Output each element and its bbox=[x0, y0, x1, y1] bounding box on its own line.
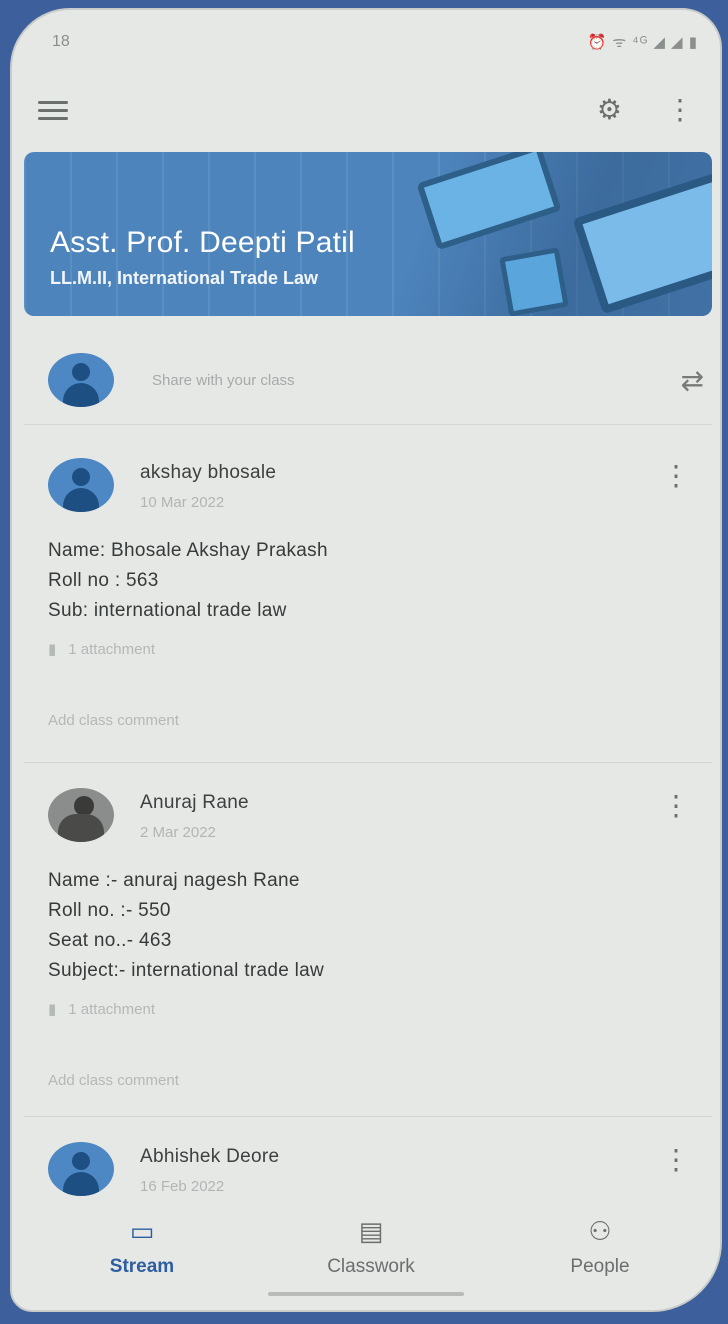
menu-icon[interactable] bbox=[38, 100, 68, 120]
avatar[interactable] bbox=[48, 1142, 114, 1196]
post-author: Abhishek Deore bbox=[140, 1146, 280, 1167]
post-author: akshay bhosale bbox=[140, 462, 277, 483]
phone-screen: 18 ⏰ ᯤ ⁴ᴳ ◢ ◢ ▮ ⚙ ⋮ Asst. Prof. Deepti P… bbox=[10, 8, 722, 1312]
more-vert-icon[interactable]: ⋮ bbox=[662, 458, 690, 490]
bottom-navigation: ▭ Stream ▤ Classwork ⚇ People bbox=[12, 1206, 720, 1310]
post-date: 16 Feb 2022 bbox=[140, 1178, 225, 1195]
class-title: Asst. Prof. Deepti Patil bbox=[50, 226, 355, 259]
stream-post: akshay bhosale 10 Mar 2022 ⋮ Name: Bhosa… bbox=[48, 458, 708, 729]
share-with-class-row[interactable]: Share with your class ⇄ bbox=[48, 348, 708, 412]
stream-icon: ▭ bbox=[129, 1216, 155, 1246]
more-vert-icon[interactable]: ⋮ bbox=[662, 788, 690, 820]
people-icon: ⚇ bbox=[588, 1216, 612, 1246]
add-class-comment[interactable]: Add class comment bbox=[48, 1072, 708, 1089]
attachment-link[interactable]: ▮ 1 attachment bbox=[48, 640, 708, 659]
class-subtitle: LL.M.II, International Trade Law bbox=[50, 268, 319, 288]
nav-classwork[interactable]: ▤ Classwork bbox=[311, 1206, 431, 1310]
post-date: 10 Mar 2022 bbox=[140, 494, 225, 511]
nav-people[interactable]: ⚇ People bbox=[540, 1206, 660, 1310]
status-icons: ⏰ ᯤ ⁴ᴳ ◢ ◢ ▮ bbox=[587, 34, 698, 51]
attachment-icon: ▮ bbox=[48, 1001, 57, 1018]
avatar bbox=[48, 353, 114, 407]
classwork-icon: ▤ bbox=[358, 1216, 384, 1246]
status-time: 18 bbox=[52, 33, 70, 50]
top-app-bar: ⚙ ⋮ bbox=[12, 82, 720, 138]
post-author: Anuraj Rane bbox=[140, 792, 249, 813]
divider bbox=[24, 762, 712, 763]
stream-post: Anuraj Rane 2 Mar 2022 ⋮ Name :- anuraj … bbox=[48, 788, 708, 1089]
home-indicator[interactable] bbox=[268, 1292, 464, 1296]
post-body: Name: Bhosale Akshay Prakash Roll no : 5… bbox=[48, 540, 328, 621]
attachment-link[interactable]: ▮ 1 attachment bbox=[48, 1000, 708, 1019]
repost-icon[interactable]: ⇄ bbox=[681, 364, 704, 397]
more-vert-icon[interactable]: ⋮ bbox=[666, 96, 694, 124]
add-class-comment[interactable]: Add class comment bbox=[48, 712, 708, 729]
avatar[interactable] bbox=[48, 458, 114, 512]
divider bbox=[24, 1116, 712, 1117]
stream-post: Abhishek Deore 16 Feb 2022 ⋮ bbox=[48, 1142, 708, 1196]
divider bbox=[24, 424, 712, 425]
more-vert-icon[interactable]: ⋮ bbox=[662, 1142, 690, 1174]
share-placeholder[interactable]: Share with your class bbox=[152, 372, 681, 389]
gear-icon[interactable]: ⚙ bbox=[597, 96, 622, 124]
avatar[interactable] bbox=[48, 788, 114, 842]
attachment-icon: ▮ bbox=[48, 641, 57, 658]
phone-illustration bbox=[499, 247, 569, 316]
post-date: 2 Mar 2022 bbox=[140, 824, 216, 841]
nav-stream[interactable]: ▭ Stream bbox=[82, 1206, 202, 1310]
post-body: Name :- anuraj nagesh Rane Roll no. :- 5… bbox=[48, 870, 325, 981]
class-banner[interactable]: Asst. Prof. Deepti Patil LL.M.II, Intern… bbox=[24, 152, 712, 316]
status-bar: 18 ⏰ ᯤ ⁴ᴳ ◢ ◢ ▮ bbox=[12, 10, 720, 74]
